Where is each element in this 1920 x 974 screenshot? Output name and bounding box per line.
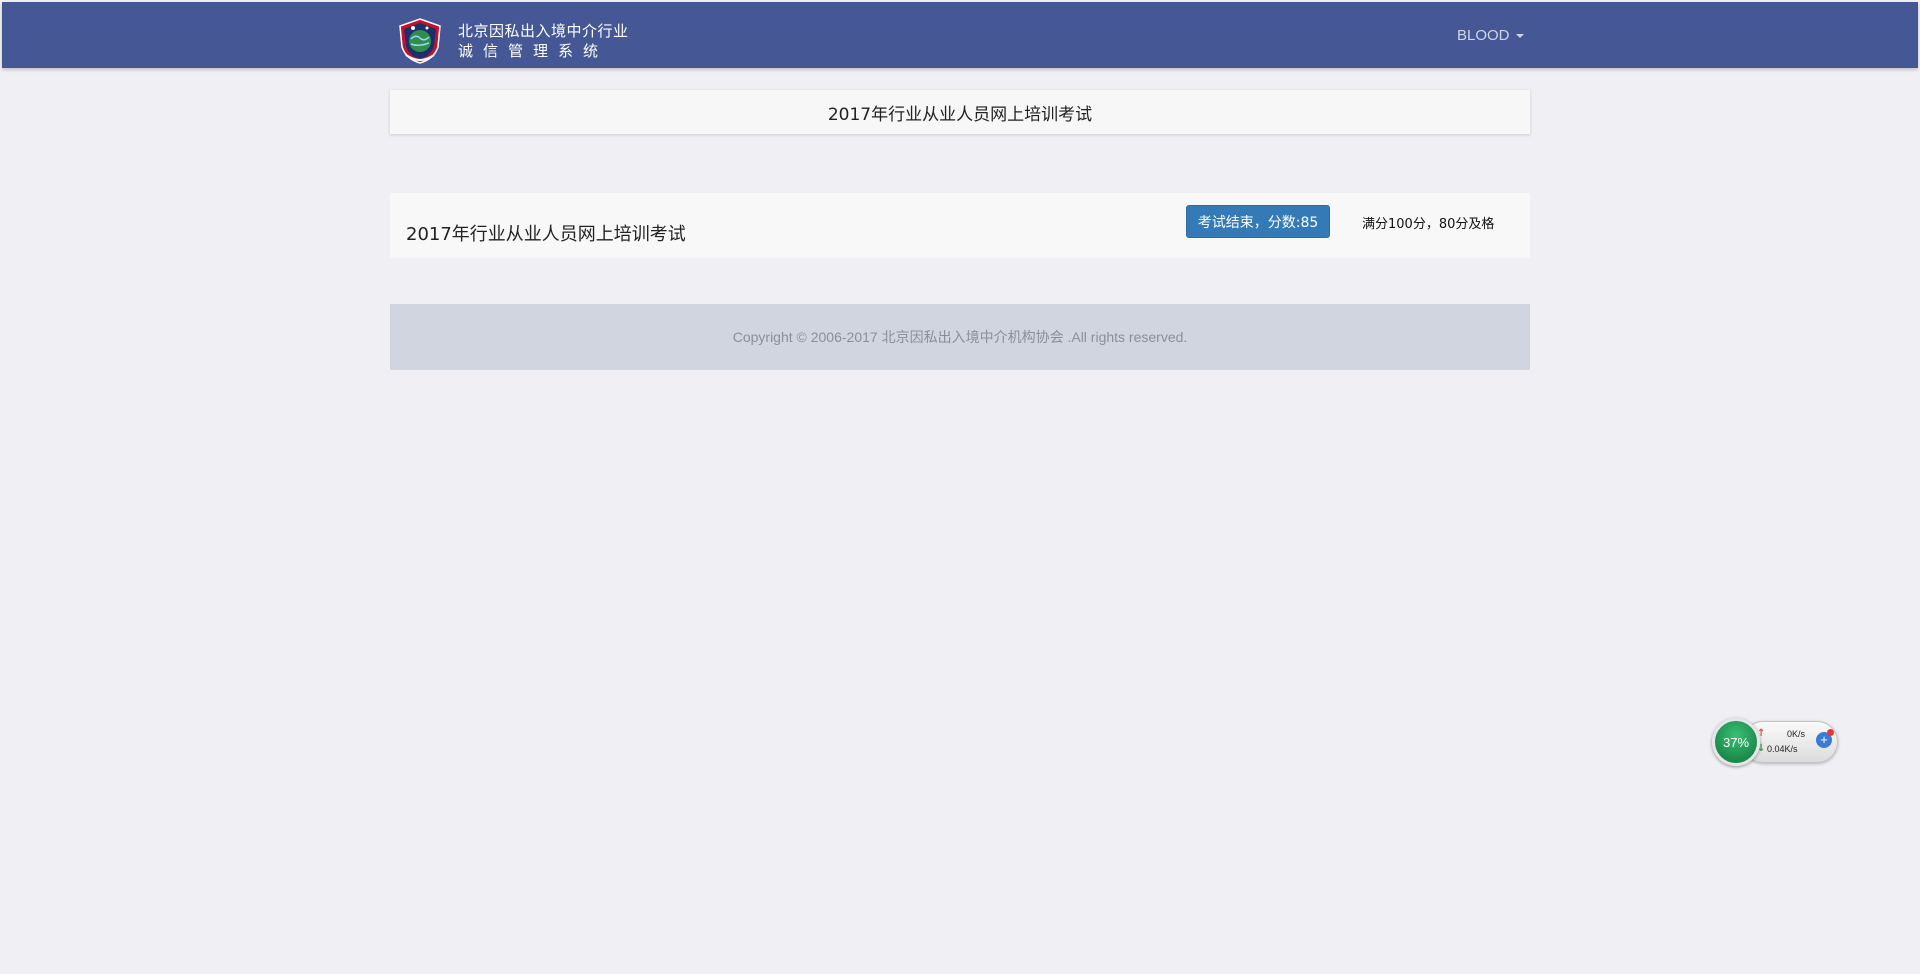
footer: Copyright © 2006-2017 北京因私出入境中介机构协会 .All… (390, 304, 1530, 370)
exam-result-button[interactable]: 考试结束，分数:85 (1186, 205, 1330, 238)
download-speed: 0.04K/s (1767, 744, 1798, 754)
memory-percent: 37% (1722, 734, 1750, 750)
pass-criteria-note: 满分100分，80分及格 (1362, 217, 1495, 232)
network-speed-widget[interactable]: ↑ 0K/s ↓ 0.04K/s 37% + (1712, 718, 1840, 766)
exam-name: 2017年行业从业人员网上培训考试 (406, 224, 686, 245)
user-dropdown[interactable]: BLOOD (1457, 27, 1524, 44)
brand-text: 北京因私出入境中介行业 诚信管理系统 (458, 21, 629, 61)
page-title: 2017年行业从业人员网上培训考试 (827, 104, 1093, 125)
brand[interactable]: 北京因私出入境中介行业 诚信管理系统 (396, 18, 629, 64)
copyright-text: Copyright © 2006-2017 北京因私出入境中介机构协会 .All… (732, 329, 1188, 345)
caret-down-icon (1515, 33, 1524, 38)
brand-subtitle: 诚信管理系统 (458, 42, 609, 60)
page-title-panel: 2017年行业从业人员网上培训考试 (390, 90, 1530, 134)
notification-dot (1827, 729, 1834, 736)
shield-globe-logo-icon (399, 18, 441, 64)
user-name: BLOOD (1457, 27, 1510, 44)
upload-speed: 0K/s (1787, 729, 1806, 739)
exam-row: 2017年行业从业人员网上培训考试 考试结束，分数:85 满分100分，80分及… (390, 193, 1530, 258)
memory-usage-circle[interactable]: 37% (1712, 718, 1760, 766)
top-navbar: 北京因私出入境中介行业 诚信管理系统 BLOOD (2, 2, 1918, 68)
brand-title: 北京因私出入境中介行业 (458, 22, 629, 40)
